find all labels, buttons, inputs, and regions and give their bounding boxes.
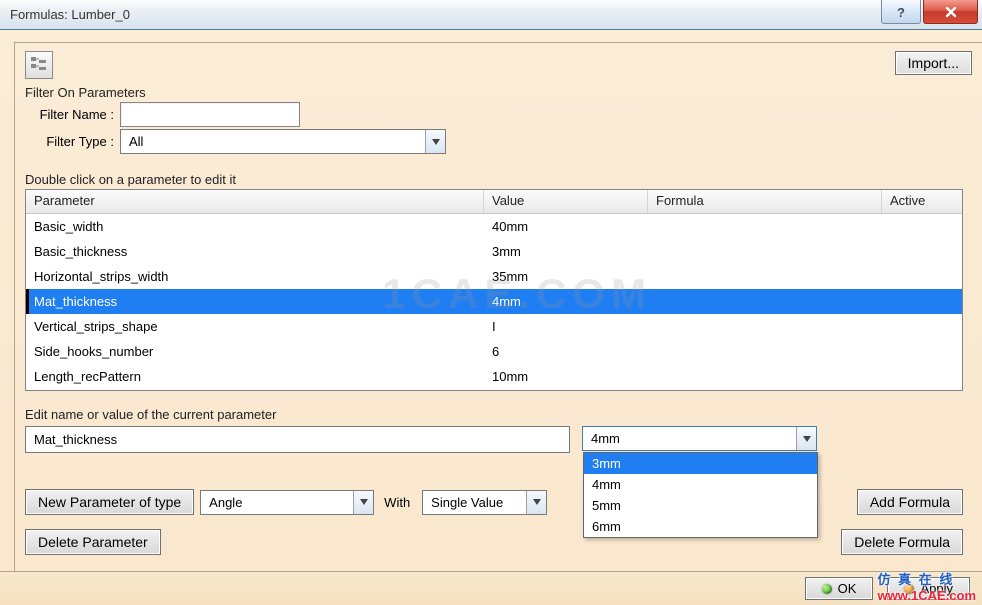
cell-value: I [484, 319, 648, 334]
help-button[interactable]: ? [881, 0, 921, 24]
ok-button[interactable]: OK [805, 577, 874, 600]
cell-param: Side_hooks_number [26, 344, 484, 359]
window-controls: ? [881, 0, 982, 24]
bottom-bar: OK Apply [0, 571, 982, 605]
cell-param: Basic_thickness [26, 244, 484, 259]
svg-text:?: ? [897, 5, 905, 19]
cell-param: Vertical_strips_shape [26, 319, 484, 334]
tree-icon [29, 55, 49, 75]
col-value[interactable]: Value [484, 190, 648, 213]
cell-param: Mat_thickness [26, 294, 484, 309]
table-hint: Double click on a parameter to edit it [25, 172, 972, 187]
parameter-table[interactable]: Parameter Value Formula Active Basic_wid… [25, 189, 963, 391]
table-row[interactable]: Side_hooks_number6 [26, 339, 962, 364]
param-value-combo[interactable]: 4mm [582, 426, 817, 451]
param-value-dropdown[interactable]: 3mm4mm5mm6mm [583, 452, 818, 538]
table-row[interactable]: Basic_thickness3mm [26, 239, 962, 264]
new-parameter-button[interactable]: New Parameter of type [25, 489, 194, 515]
filter-type-value: All [121, 134, 425, 149]
with-value-arrow[interactable] [526, 491, 546, 514]
cell-param: Horizontal_strips_width [26, 269, 484, 284]
dropdown-option[interactable]: 3mm [584, 453, 817, 474]
col-formula[interactable]: Formula [648, 190, 882, 213]
ok-led-icon [822, 584, 832, 594]
import-button[interactable]: Import... [895, 51, 972, 75]
filter-type-label: Filter Type : [25, 134, 120, 149]
table-row[interactable]: Basic_width40mm [26, 214, 962, 239]
filter-type-combo[interactable]: All [120, 129, 446, 154]
with-value-text: Single Value [423, 495, 526, 510]
cell-param: Basic_width [26, 219, 484, 234]
edit-section-label: Edit name or value of the current parame… [25, 407, 972, 422]
filter-name-label: Filter Name : [25, 107, 120, 122]
chevron-down-icon [533, 499, 541, 505]
delete-formula-button[interactable]: Delete Formula [841, 529, 963, 555]
filter-name-input[interactable] [120, 102, 300, 127]
table-row[interactable]: Horizontal_strips_width35mm [26, 264, 962, 289]
help-icon: ? [894, 5, 908, 19]
close-button[interactable] [923, 0, 978, 24]
apply-button[interactable]: Apply [887, 577, 970, 600]
cell-value: 6 [484, 344, 648, 359]
table-row[interactable]: Length_recPattern10mm [26, 364, 962, 389]
titlebar: Formulas: Lumber_0 ? [0, 0, 982, 30]
table-row[interactable]: Mat_thickness4mm [26, 289, 962, 314]
apply-led-icon [904, 584, 914, 594]
apply-label: Apply [920, 581, 953, 596]
cell-value: 10mm [484, 369, 648, 384]
add-formula-button[interactable]: Add Formula [857, 489, 963, 515]
table-header: Parameter Value Formula Active [26, 190, 962, 214]
cell-value: 4mm [484, 294, 648, 309]
filter-section-label: Filter On Parameters [25, 85, 972, 100]
cell-value: 3mm [484, 244, 648, 259]
cell-value: 40mm [484, 219, 648, 234]
dropdown-option[interactable]: 4mm [584, 474, 817, 495]
param-value-arrow[interactable] [796, 427, 816, 450]
col-active[interactable]: Active [882, 190, 942, 213]
chevron-down-icon [432, 139, 440, 145]
cell-value: 35mm [484, 269, 648, 284]
tree-icon-button[interactable] [25, 51, 53, 79]
ok-label: OK [838, 581, 857, 596]
chevron-down-icon [360, 499, 368, 505]
param-type-combo[interactable]: Angle [200, 490, 374, 515]
window-title: Formulas: Lumber_0 [10, 7, 130, 22]
param-type-text: Angle [201, 495, 353, 510]
filter-type-arrow[interactable] [425, 130, 445, 153]
with-label: With [384, 495, 410, 510]
param-type-arrow[interactable] [353, 491, 373, 514]
cell-param: Length_recPattern [26, 369, 484, 384]
dialog-body: Import... Filter On Parameters Filter Na… [0, 30, 982, 605]
inner-frame: Import... Filter On Parameters Filter Na… [14, 42, 982, 596]
close-icon [944, 5, 958, 19]
table-row[interactable]: Vertical_strips_shapeI [26, 314, 962, 339]
dropdown-option[interactable]: 6mm [584, 516, 817, 537]
param-name-input[interactable] [25, 426, 570, 453]
chevron-down-icon [803, 436, 811, 442]
col-parameter[interactable]: Parameter [26, 190, 484, 213]
param-value-text: 4mm [583, 431, 796, 446]
dropdown-option[interactable]: 5mm [584, 495, 817, 516]
with-value-combo[interactable]: Single Value [422, 490, 547, 515]
delete-parameter-button[interactable]: Delete Parameter [25, 529, 161, 555]
